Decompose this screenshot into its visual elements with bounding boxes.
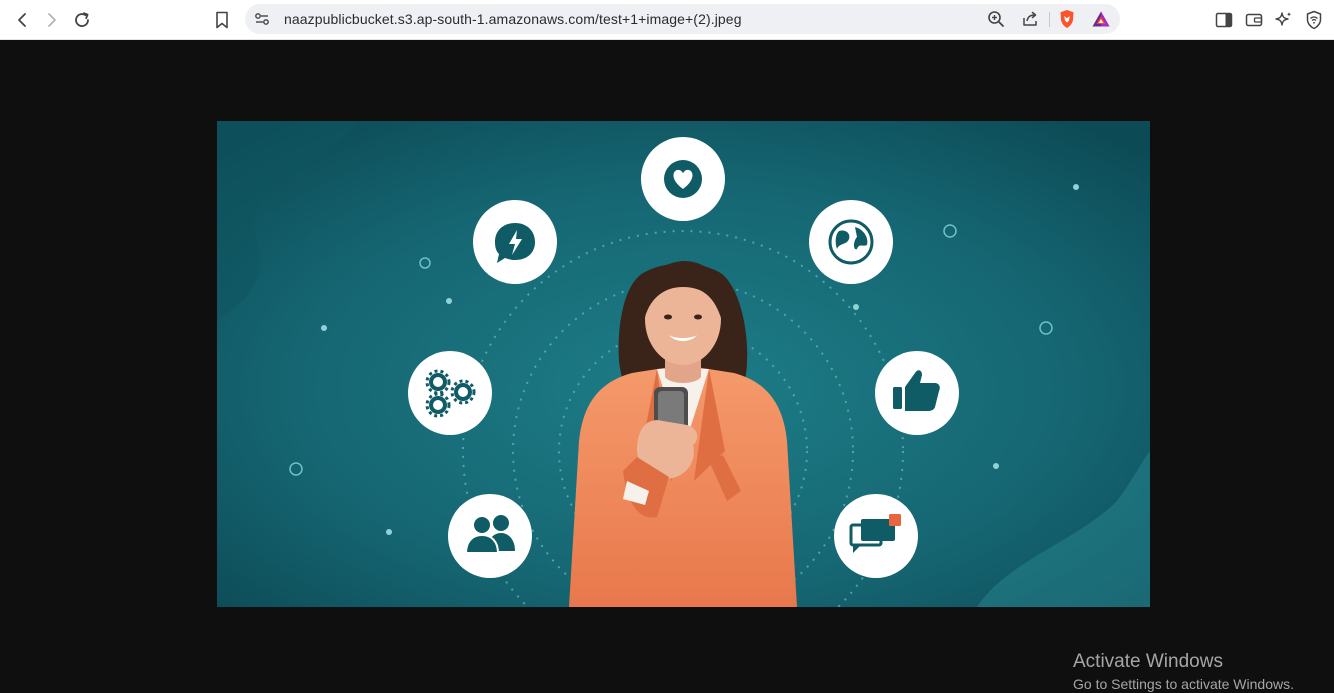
globe-icon bbox=[809, 200, 893, 284]
displayed-image bbox=[217, 121, 1150, 607]
back-icon[interactable] bbox=[9, 7, 35, 33]
sidebar-icon[interactable] bbox=[1211, 7, 1237, 33]
browser-toolbar: naazpublicbucket.s3.ap-south-1.amazonaws… bbox=[0, 0, 1334, 40]
users-icon bbox=[448, 494, 532, 578]
heart-icon bbox=[641, 137, 725, 221]
image-viewer: Activate Windows Go to Settings to activ… bbox=[0, 40, 1334, 692]
chat-notification-icon bbox=[834, 494, 918, 578]
site-settings-icon[interactable] bbox=[249, 6, 275, 32]
zoom-icon[interactable] bbox=[983, 6, 1009, 32]
windows-activation-watermark: Activate Windows Go to Settings to activ… bbox=[1073, 651, 1294, 693]
gears-icon bbox=[408, 351, 492, 435]
wallet-icon[interactable] bbox=[1241, 7, 1267, 33]
chat-bolt-icon bbox=[473, 200, 557, 284]
reload-icon[interactable] bbox=[69, 7, 95, 33]
bookmark-icon[interactable] bbox=[209, 7, 235, 33]
url-text[interactable]: naazpublicbucket.s3.ap-south-1.amazonaws… bbox=[284, 11, 742, 27]
brave-rewards-icon[interactable] bbox=[1088, 6, 1114, 32]
watermark-subtitle: Go to Settings to activate Windows. bbox=[1073, 676, 1294, 692]
brave-shields-icon[interactable] bbox=[1054, 6, 1080, 32]
forward-icon[interactable] bbox=[39, 7, 65, 33]
watermark-title: Activate Windows bbox=[1073, 651, 1223, 672]
leo-ai-icon[interactable] bbox=[1271, 7, 1297, 33]
vpn-icon[interactable] bbox=[1301, 7, 1327, 33]
address-bar[interactable]: naazpublicbucket.s3.ap-south-1.amazonaws… bbox=[245, 4, 1120, 34]
thumbs-up-icon bbox=[875, 351, 959, 435]
share-icon[interactable] bbox=[1017, 6, 1043, 32]
divider bbox=[1049, 12, 1050, 27]
